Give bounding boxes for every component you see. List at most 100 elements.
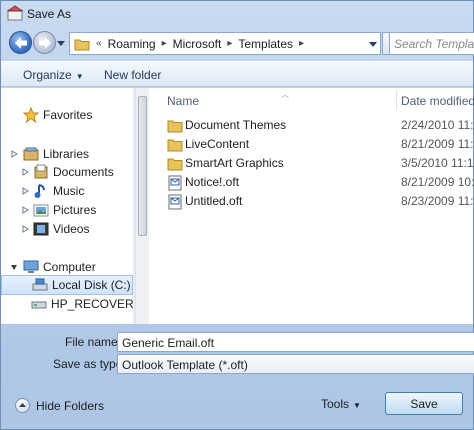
- back-arrow-icon: [15, 37, 27, 49]
- file-name-input[interactable]: Generic Email.oft: [117, 332, 474, 352]
- breadcrumb-roaming[interactable]: Roaming: [108, 37, 156, 51]
- address-overflow-glyph[interactable]: «: [96, 38, 102, 49]
- title-bar[interactable]: Save As: [1, 1, 473, 27]
- window-app-icon: [7, 5, 23, 21]
- address-dropdown-icon[interactable]: [369, 40, 377, 48]
- nav-item-label: Documents: [53, 165, 114, 179]
- column-header-label: Name: [167, 94, 200, 108]
- hide-folders-button[interactable]: Hide Folders: [15, 398, 104, 413]
- drive-icon: [32, 278, 48, 291]
- nav-item-music[interactable]: Music: [1, 181, 133, 201]
- hide-folders-label: Hide Folders: [36, 398, 105, 413]
- breadcrumb-separator-icon[interactable]: ▸: [299, 38, 304, 49]
- videos-icon: [33, 222, 49, 236]
- file-row[interactable]: Document Themes 2/24/2010 11:0: [151, 116, 474, 135]
- organize-menu-button[interactable]: Organize ▼: [23, 68, 84, 82]
- nav-item-label: Computer: [43, 260, 96, 274]
- chevron-down-icon: ▼: [353, 401, 361, 410]
- pictures-icon: [33, 204, 49, 217]
- file-row[interactable]: SmartArt Graphics 3/5/2010 11:19: [151, 154, 474, 173]
- expand-arrow-icon[interactable]: [21, 206, 29, 214]
- folder-icon: [74, 39, 90, 50]
- breadcrumb-templates[interactable]: Templates: [238, 37, 293, 51]
- forward-arrow-icon: [39, 37, 51, 49]
- nav-item-label: Local Disk (C:): [52, 278, 131, 292]
- file-row[interactable]: LiveContent 8/21/2009 11:0: [151, 135, 474, 154]
- forward-button[interactable]: [33, 31, 56, 54]
- recent-pages-dropdown-icon[interactable]: [57, 39, 65, 47]
- nav-item-favorites[interactable]: Favorites: [1, 105, 133, 125]
- back-button[interactable]: [9, 31, 32, 54]
- navigation-pane-scrollbar[interactable]: [135, 88, 149, 324]
- search-input[interactable]: Search Templates: [389, 32, 474, 55]
- browser-content: Favorites Libraries Documents Music Pict…: [1, 88, 474, 324]
- address-bar[interactable]: « Roaming ▸ Microsoft ▸ Templates ▸: [69, 32, 381, 55]
- file-date: 8/21/2009 10:2: [401, 175, 474, 189]
- column-header-date-modified[interactable]: Date modified: [397, 88, 474, 112]
- expand-arrow-icon[interactable]: [10, 150, 18, 158]
- save-fields: File name: Generic Email.oft Save as typ…: [1, 324, 474, 386]
- file-name: SmartArt Graphics: [185, 156, 284, 170]
- nav-item-label: Favorites: [43, 108, 93, 122]
- chevron-down-icon: ▼: [75, 72, 84, 81]
- save-as-type-select[interactable]: Outlook Template (*.oft): [117, 354, 474, 374]
- folder-icon: [167, 120, 183, 133]
- window-title: Save As: [27, 7, 72, 21]
- file-list[interactable]: ︿ Name Date modified Document Themes 2/2…: [151, 88, 474, 324]
- nav-item-videos[interactable]: Videos: [1, 219, 133, 239]
- computer-icon: [23, 260, 39, 273]
- nav-item-label: Pictures: [53, 203, 97, 217]
- libraries-icon: [23, 147, 39, 161]
- nav-item-label: Libraries: [43, 147, 90, 161]
- navigation-bar: « Roaming ▸ Microsoft ▸ Templates ▸ Sear…: [1, 29, 474, 57]
- breadcrumb-separator-icon[interactable]: ▸: [162, 38, 167, 49]
- scrollbar-thumb[interactable]: [138, 96, 147, 236]
- tools-label: Tools: [321, 397, 350, 411]
- folder-icon: [167, 158, 183, 171]
- column-header-label: Date modified: [401, 94, 474, 108]
- nav-item-label: Music: [53, 184, 85, 198]
- file-name: Untitled.oft: [185, 194, 243, 208]
- file-date: 3/5/2010 11:19: [401, 156, 474, 170]
- collapse-up-icon: [15, 398, 30, 413]
- documents-icon: [34, 164, 48, 179]
- save-as-type-label: Save as type:: [53, 357, 126, 371]
- star-icon: [23, 107, 39, 123]
- nav-item-libraries[interactable]: Libraries: [1, 144, 133, 164]
- expand-arrow-icon[interactable]: [21, 225, 29, 233]
- nav-item-label: Videos: [53, 222, 90, 236]
- file-row[interactable]: Untitled.oft 8/23/2009 11:5: [151, 192, 474, 211]
- file-name: Document Themes: [185, 118, 287, 132]
- file-date: 2/24/2010 11:0: [401, 118, 474, 132]
- file-date: 8/21/2009 11:0: [401, 137, 474, 151]
- expand-arrow-icon[interactable]: [21, 168, 29, 176]
- nav-item-local-disk[interactable]: Local Disk (C:): [1, 275, 133, 295]
- breadcrumb-separator-icon[interactable]: ▸: [227, 38, 232, 49]
- sort-arrow-icon: ︿: [281, 90, 289, 99]
- oft-file-icon: [168, 175, 182, 191]
- navigation-pane[interactable]: Favorites Libraries Documents Music Pict…: [1, 88, 133, 324]
- breadcrumb-microsoft[interactable]: Microsoft: [173, 37, 222, 51]
- music-icon: [34, 184, 45, 198]
- dialog-footer: Hide Folders Tools ▼ Save: [1, 386, 473, 430]
- nav-item-hp-recovery[interactable]: HP_RECOVERY (D: [1, 294, 133, 314]
- collapse-arrow-icon[interactable]: [10, 263, 18, 271]
- column-header-name[interactable]: ︿ Name: [151, 88, 396, 112]
- nav-item-label: HP_RECOVERY (D: [51, 297, 133, 311]
- oft-file-icon: [168, 194, 182, 210]
- file-name: Notice!.oft: [185, 175, 240, 189]
- file-date: 8/23/2009 11:5: [401, 194, 474, 208]
- file-name-label: File name:: [65, 335, 122, 349]
- file-row[interactable]: Notice!.oft 8/21/2009 10:2: [151, 173, 474, 192]
- organize-label: Organize: [23, 68, 72, 82]
- nav-item-computer[interactable]: Computer: [1, 257, 133, 277]
- expand-arrow-icon[interactable]: [21, 187, 29, 195]
- nav-item-pictures[interactable]: Pictures: [1, 200, 133, 220]
- new-folder-button[interactable]: New folder: [104, 68, 161, 82]
- drive-icon: [31, 301, 47, 309]
- command-toolbar: Organize ▼ New folder: [1, 61, 473, 87]
- save-button[interactable]: Save: [385, 392, 463, 415]
- nav-item-documents[interactable]: Documents: [1, 162, 133, 182]
- save-as-dialog: Save As « Roaming ▸ Microsoft ▸ Template…: [0, 0, 474, 430]
- tools-menu-button[interactable]: Tools ▼: [321, 397, 361, 411]
